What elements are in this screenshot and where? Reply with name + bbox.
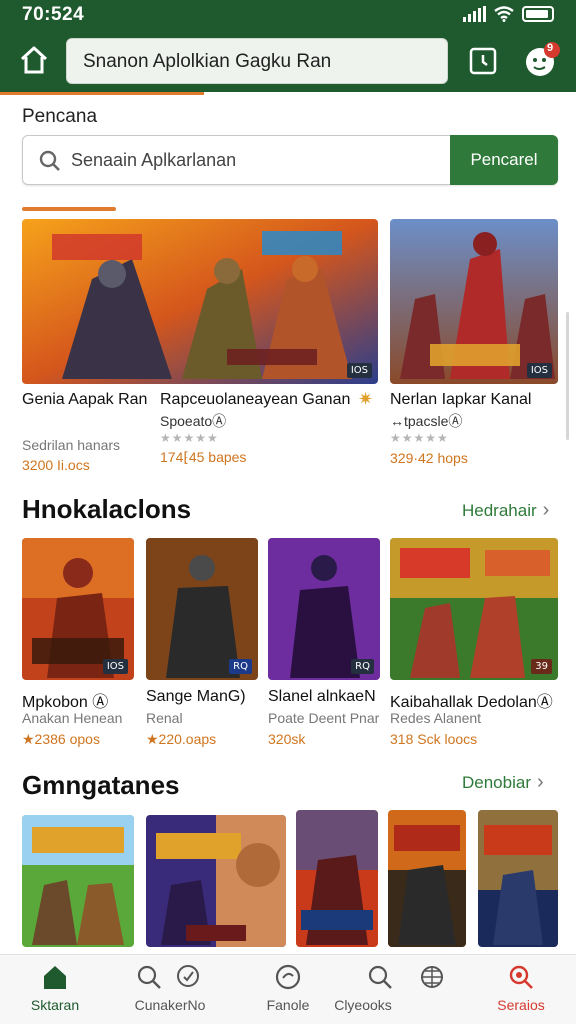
card-title: Nerlan Iapkar Kanal [390,391,532,408]
game-thumbnail[interactable] [296,810,378,947]
platform-badge: RQ [229,659,252,674]
star-badge-icon: ✷ [358,389,374,409]
nav-label: Clyeooks [334,997,392,1013]
nav-label: Sktaran [30,997,80,1013]
card-title: Kaibahallak DedolanⒶ [390,694,553,711]
scrollbar[interactable] [566,312,569,440]
chevron-right-icon: › [537,771,544,793]
card-title: Sange ManG) [146,688,246,705]
card-title: Mpkobon Ⓐ [22,694,109,711]
see-more-label: Hedrahair [462,501,537,520]
game-thumbnail: IOS [390,219,558,384]
see-more-label: Denobiar [462,773,531,792]
platform-badge: IOS [102,659,128,674]
game-thumbnail: IOS [22,219,378,384]
card-title: Rapceuolaneayean Ganan [160,391,351,408]
platform-badge: IOS [346,363,372,378]
home-icon[interactable] [18,44,50,76]
search-icon [137,965,161,989]
tabs-icon[interactable] [468,46,498,76]
card-subtitle: Poate Deent Pnar [268,710,380,726]
card-downloads: ★220.oaps [146,731,217,747]
card-downloads: 329·42 hops [390,450,468,466]
card-downloads: 3200 Ii.ocs [22,457,90,473]
nav-chat[interactable]: Fanole [233,955,343,1024]
section-title: Gmngatanes [22,770,180,800]
card-subtitle: ↔tpacsleⒶ [390,413,463,429]
game-thumbnail[interactable] [146,815,286,947]
address-text: Snanon Aplolkian Gagku Ran [83,51,332,72]
card-subtitle: Redes Alanent [390,710,482,726]
game-card[interactable]: RQ Slanel alnkaeN Poate Deent Pnar 320sk [268,538,380,750]
battery-icon [522,6,554,22]
platform-badge: IOS [526,363,552,378]
nav-search[interactable]: CunakerNo [115,955,225,1024]
card-downloads: ★2386 opos [22,731,100,747]
platform-badge: 39 [531,659,552,674]
game-thumbnail: RQ [268,538,380,680]
section-see-more-link[interactable]: Hedrahair › [462,499,549,522]
status-icons [463,6,554,22]
game-thumbnail[interactable] [478,810,558,947]
chevron-right-icon: › [542,499,550,521]
notification-badge-count: 9 [547,42,554,54]
search-icon [509,965,533,989]
card-title: Slanel alnkaeN [268,688,376,705]
search-icon [368,965,392,989]
rating-stars: ★★★★★ [160,431,219,445]
card-title: Genia Aapak Ran [22,391,148,408]
nav-home[interactable]: Sktaran [0,955,110,1024]
game-card[interactable]: IOS Mpkobon Ⓐ Anakan Henean ★2386 opos [22,538,134,750]
search-input[interactable]: Senaain Aplkarlanan [71,150,236,171]
address-bar[interactable]: Snanon Aplolkian Gagku Ran [66,38,448,84]
game-thumbnail[interactable] [22,815,134,947]
rating-stars: ★★★★★ [390,431,449,445]
signal-icon [463,6,486,22]
card-subtitle: SpoeatoⒶ [160,413,227,429]
search-icon [39,150,60,171]
game-card[interactable]: 39 Kaibahallak DedolanⒶ Redes Alanent 31… [390,538,558,750]
section-accent-bar [22,207,116,211]
nav-label: CunakerNo [134,997,206,1013]
page-load-progress [0,92,204,95]
search-bar[interactable]: Senaain Aplkarlanan Pencarel [22,135,558,185]
nav-books[interactable]: Clyeooks [334,955,448,1024]
home-icon [44,966,66,989]
section-title: Hnokalaclons [22,494,192,524]
search-button[interactable]: Pencarel [450,135,558,185]
game-thumbnail[interactable] [388,810,466,947]
app-header: 70:524 Snanon Aplolkian Gagku Ran 9 [0,0,576,92]
status-bar: 70:524 [0,0,576,30]
platform-badge: RQ [351,659,374,674]
wifi-icon [494,6,514,22]
nav-services[interactable]: Seraios [466,955,576,1024]
card-subtitle: Renal [146,710,183,726]
card-subtitle: Sedrilan hanars [22,437,121,453]
search-section-label: Pencana [22,106,98,127]
status-time: 70:524 [22,4,85,25]
game-card[interactable]: RQ Sange ManG) Renal ★220.oaps [146,538,258,750]
globe-icon [421,966,443,988]
game-thumbnail: RQ [146,538,258,680]
card-downloads: 318 Sck loocs [390,731,478,747]
explore-icon [177,965,199,987]
card-subtitle: Anakan Henean [22,710,123,726]
game-thumbnail: IOS [22,538,134,680]
profile-avatar-icon[interactable] [522,40,562,80]
featured-card-3[interactable]: IOS Nerlan Iapkar Kanal ↔tpacsleⒶ ★★★★★ … [390,219,558,469]
chat-icon [275,964,301,990]
nav-label: Seraios [497,997,545,1013]
card-downloads: 174⁅45 bapes [160,449,247,465]
bottom-navigation: Sktaran CunakerNo Fanole Clyeooks Seraio… [0,954,576,1024]
game-thumbnail: 39 [390,538,558,680]
featured-card-2[interactable]: Rapceuolaneayean Ganan ✷ SpoeatoⒶ ★★★★★ … [160,387,378,467]
card-downloads: 320sk [268,731,306,747]
section-see-more-link[interactable]: Denobiar › [462,771,544,794]
